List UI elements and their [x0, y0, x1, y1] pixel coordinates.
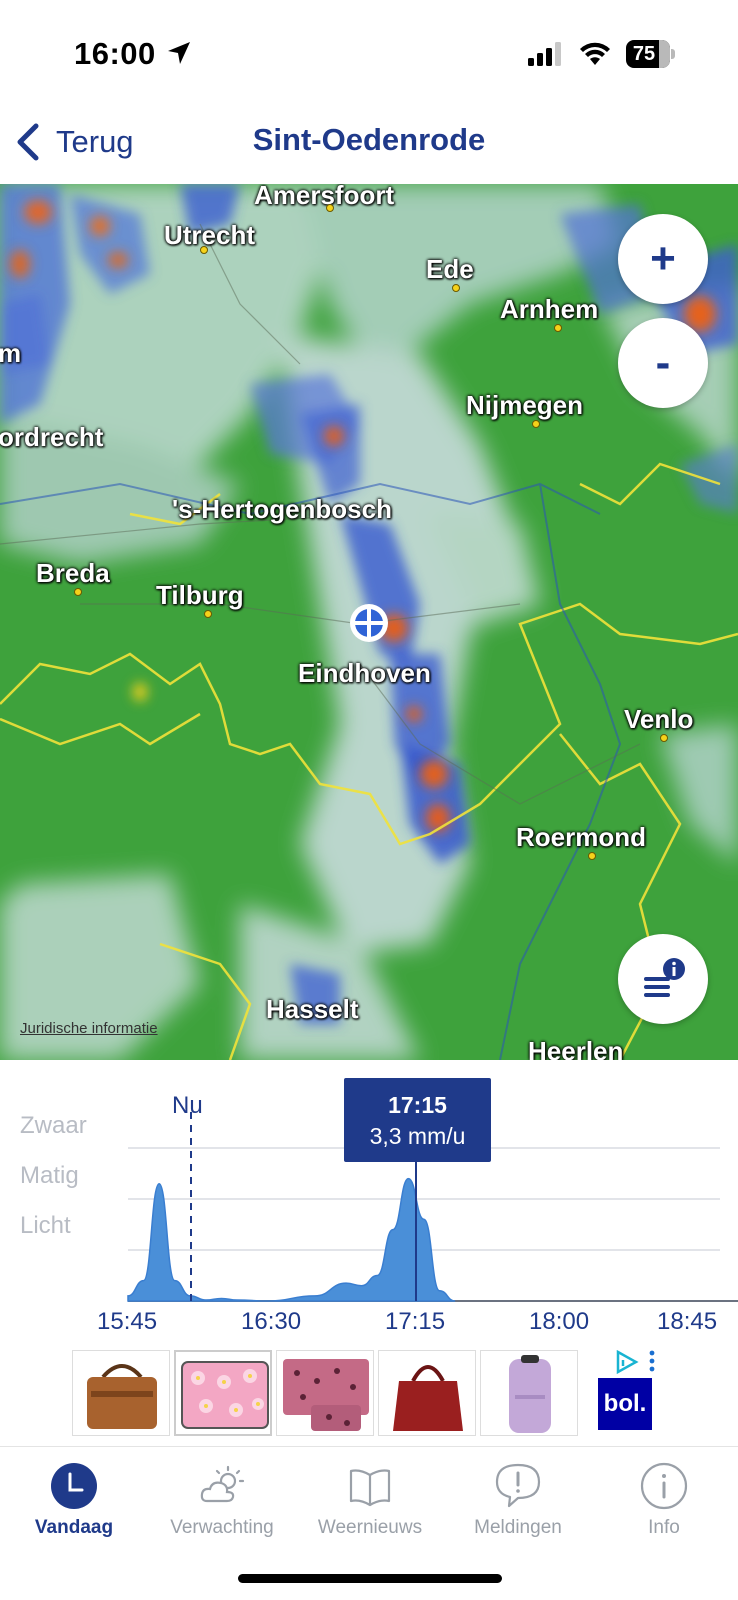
- city-label-dordrecht: ordrecht: [0, 422, 104, 452]
- city-dot: [326, 204, 334, 212]
- x-tick-label: 18:45: [657, 1308, 718, 1335]
- red-handbag-image: [393, 1365, 463, 1431]
- ad-product-strip[interactable]: [72, 1350, 672, 1440]
- ad-product-red-handbag[interactable]: [378, 1350, 476, 1436]
- info-icon: [640, 1462, 688, 1510]
- home-indicator: [238, 1574, 502, 1583]
- status-bar: 16:00 75: [0, 0, 738, 100]
- city-label-eindhoven: Eindhoven: [298, 658, 431, 688]
- selected-time-tooltip: 17:15 3,3 mm/u: [344, 1078, 491, 1162]
- city-dot: [588, 852, 596, 860]
- city-label-ede: Ede: [426, 254, 474, 284]
- city-dot: [204, 610, 212, 618]
- x-tick-label: 18:00: [529, 1308, 590, 1335]
- ad-product-leopard-case[interactable]: [276, 1350, 374, 1436]
- ad-product-brown-bag[interactable]: [72, 1350, 170, 1436]
- tab-label: Verwachting: [170, 1517, 274, 1538]
- status-time: 16:00: [74, 36, 156, 71]
- tooltip-value: 3,3 mm/u: [369, 1123, 466, 1149]
- lilac-backpack-image: [509, 1355, 551, 1433]
- wifi-icon: [580, 42, 610, 65]
- ad-product-lilac-backpack[interactable]: [480, 1350, 578, 1436]
- city-dot: [452, 284, 460, 292]
- city-label-utrecht: Utrecht: [164, 220, 256, 250]
- alert-bubble-icon: [495, 1463, 541, 1508]
- adchoices-icon[interactable]: [612, 1350, 642, 1374]
- city-dot: [74, 588, 82, 596]
- zoom-in-button[interactable]: +: [618, 214, 708, 304]
- tab-label: Info: [648, 1517, 680, 1538]
- partly-cloudy-icon: [200, 1465, 245, 1503]
- clock-icon: [51, 1463, 97, 1509]
- battery-indicator: 75: [626, 40, 675, 68]
- location-arrow-icon: [168, 42, 190, 64]
- precipitation-chart[interactable]: Zwaar Matig Licht Nu 17:15 3,3 mm/u 15:4…: [0, 1060, 738, 1340]
- tab-label: Meldingen: [474, 1517, 562, 1538]
- city-label-nijmegen: Nijmegen: [466, 390, 584, 420]
- ad-product-flower-sleeve[interactable]: [174, 1350, 272, 1436]
- city-dot: [532, 420, 540, 428]
- city-dot: [554, 324, 562, 332]
- city-dot: [660, 734, 668, 742]
- rain-radar-map[interactable]: Amersfoort Utrecht Ede Arnhem Nijmegen m…: [0, 184, 738, 1060]
- navigation-bar: Terug Sint-Oedenrode: [0, 100, 738, 184]
- city-label-breda: Breda: [36, 558, 110, 588]
- page-title: Sint-Oedenrode: [252, 122, 486, 157]
- battery-percentage: 75: [632, 43, 656, 65]
- x-tick-label: 16:30: [241, 1308, 302, 1335]
- legend-info-button[interactable]: [618, 934, 708, 1024]
- tab-meldingen[interactable]: Meldingen: [444, 1461, 592, 1539]
- x-tick-label: 17:15: [385, 1308, 446, 1335]
- city-label-venlo: Venlo: [624, 704, 694, 734]
- cellular-signal-icon: [528, 42, 561, 66]
- current-location-marker: [350, 604, 388, 642]
- flower-sleeve-image: [181, 1361, 269, 1429]
- tab-verwachting[interactable]: Verwachting: [148, 1461, 296, 1539]
- tab-weernieuws[interactable]: Weernieuws: [296, 1461, 444, 1539]
- x-tick-label: 15:45: [97, 1308, 158, 1335]
- city-label-tilburg: Tilburg: [156, 580, 244, 610]
- tab-vandaag[interactable]: Vandaag: [0, 1461, 148, 1539]
- city-label-arnhem: Arnhem: [500, 294, 599, 324]
- city-label-m: m: [0, 338, 22, 368]
- legal-info-link[interactable]: Juridische informatie: [20, 1020, 158, 1037]
- now-label: Nu: [172, 1092, 203, 1119]
- legend-info-icon: [644, 958, 685, 997]
- book-icon: [349, 1469, 391, 1507]
- city-label-amersfoort: Amersfoort: [254, 184, 395, 210]
- tab-info[interactable]: Info: [590, 1461, 738, 1539]
- ad-options-icon[interactable]: [648, 1350, 656, 1372]
- city-label-s-hertogenbosch: 's-Hertogenbosch: [172, 494, 392, 524]
- tab-label: Vandaag: [34, 1517, 114, 1538]
- city-label-roermond: Roermond: [516, 822, 646, 852]
- city-label-hasselt: Hasselt: [266, 994, 359, 1024]
- rain-area-series: [127, 1177, 456, 1302]
- bol-logo[interactable]: bol.: [598, 1378, 652, 1430]
- tooltip-time: 17:15: [388, 1092, 447, 1118]
- city-label-heerlen: Heerlen: [528, 1036, 624, 1060]
- city-dot: [200, 246, 208, 254]
- brown-bag-image: [87, 1364, 157, 1429]
- zoom-out-button[interactable]: -: [618, 318, 708, 408]
- leopard-case-image: [283, 1359, 369, 1431]
- tab-label: Weernieuws: [317, 1517, 423, 1538]
